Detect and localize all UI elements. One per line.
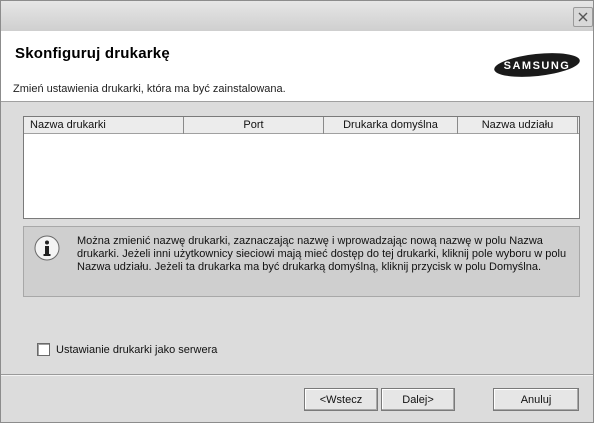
info-panel: Można zmienić nazwę drukarki, zaznaczają… <box>23 226 580 297</box>
printer-list[interactable]: Nazwa drukarki Port Drukarka domyślna Na… <box>23 116 580 219</box>
footer-divider <box>1 374 593 376</box>
back-button[interactable]: <Wstecz <box>304 388 378 411</box>
list-column-headers: Nazwa drukarki Port Drukarka domyślna Na… <box>24 117 579 134</box>
column-header-default-printer[interactable]: Drukarka domyślna <box>324 117 458 134</box>
page-title: Skonfiguruj drukarkę <box>15 45 170 62</box>
close-icon <box>578 12 588 22</box>
column-header-port[interactable]: Port <box>184 117 324 134</box>
server-checkbox[interactable] <box>37 343 50 356</box>
server-checkbox-label[interactable]: Ustawianie drukarki jako serwera <box>56 344 217 356</box>
column-header-share-name[interactable]: Nazwa udziału <box>458 117 578 134</box>
installer-window: Skonfiguruj drukarkę SAMSUNG Zmień ustaw… <box>0 0 594 423</box>
page-subtitle: Zmień ustawienia drukarki, która ma być … <box>13 83 286 95</box>
title-bar <box>1 1 593 31</box>
info-text: Można zmienić nazwę drukarki, zaznaczają… <box>77 235 567 273</box>
cancel-button[interactable]: Anuluj <box>493 388 579 411</box>
column-header-printer-name[interactable]: Nazwa drukarki <box>24 117 184 134</box>
server-checkbox-row[interactable]: Ustawianie drukarki jako serwera <box>37 343 217 356</box>
samsung-logo: SAMSUNG <box>494 53 580 77</box>
info-icon <box>34 235 60 261</box>
next-button[interactable]: Dalej> <box>381 388 455 411</box>
close-button[interactable] <box>573 7 593 27</box>
header-panel: Skonfiguruj drukarkę SAMSUNG Zmień ustaw… <box>1 31 593 102</box>
svg-text:SAMSUNG: SAMSUNG <box>504 60 571 72</box>
